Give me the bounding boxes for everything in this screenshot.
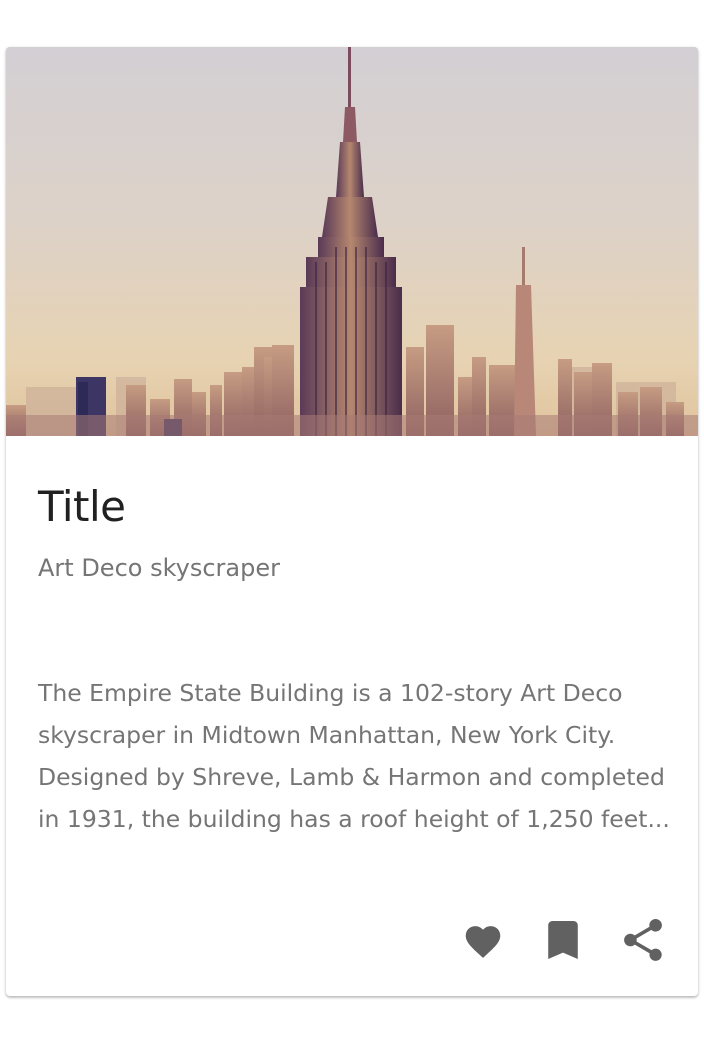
skyline-illustration bbox=[6, 47, 698, 436]
card-subtitle: Art Deco skyscraper bbox=[38, 554, 280, 582]
share-icon bbox=[624, 919, 662, 961]
favorite-button[interactable] bbox=[458, 915, 508, 965]
card-title: Title bbox=[38, 482, 126, 531]
heart-icon bbox=[465, 926, 501, 958]
card-body-text: The Empire State Building is a 102-story… bbox=[38, 679, 670, 833]
bookmark-button[interactable] bbox=[538, 915, 588, 965]
card-media-image bbox=[6, 47, 698, 436]
card: Title Art Deco skyscraper The Empire Sta… bbox=[6, 47, 698, 996]
bookmark-icon bbox=[548, 921, 578, 959]
card-actions bbox=[428, 915, 668, 965]
share-button[interactable] bbox=[618, 915, 668, 965]
